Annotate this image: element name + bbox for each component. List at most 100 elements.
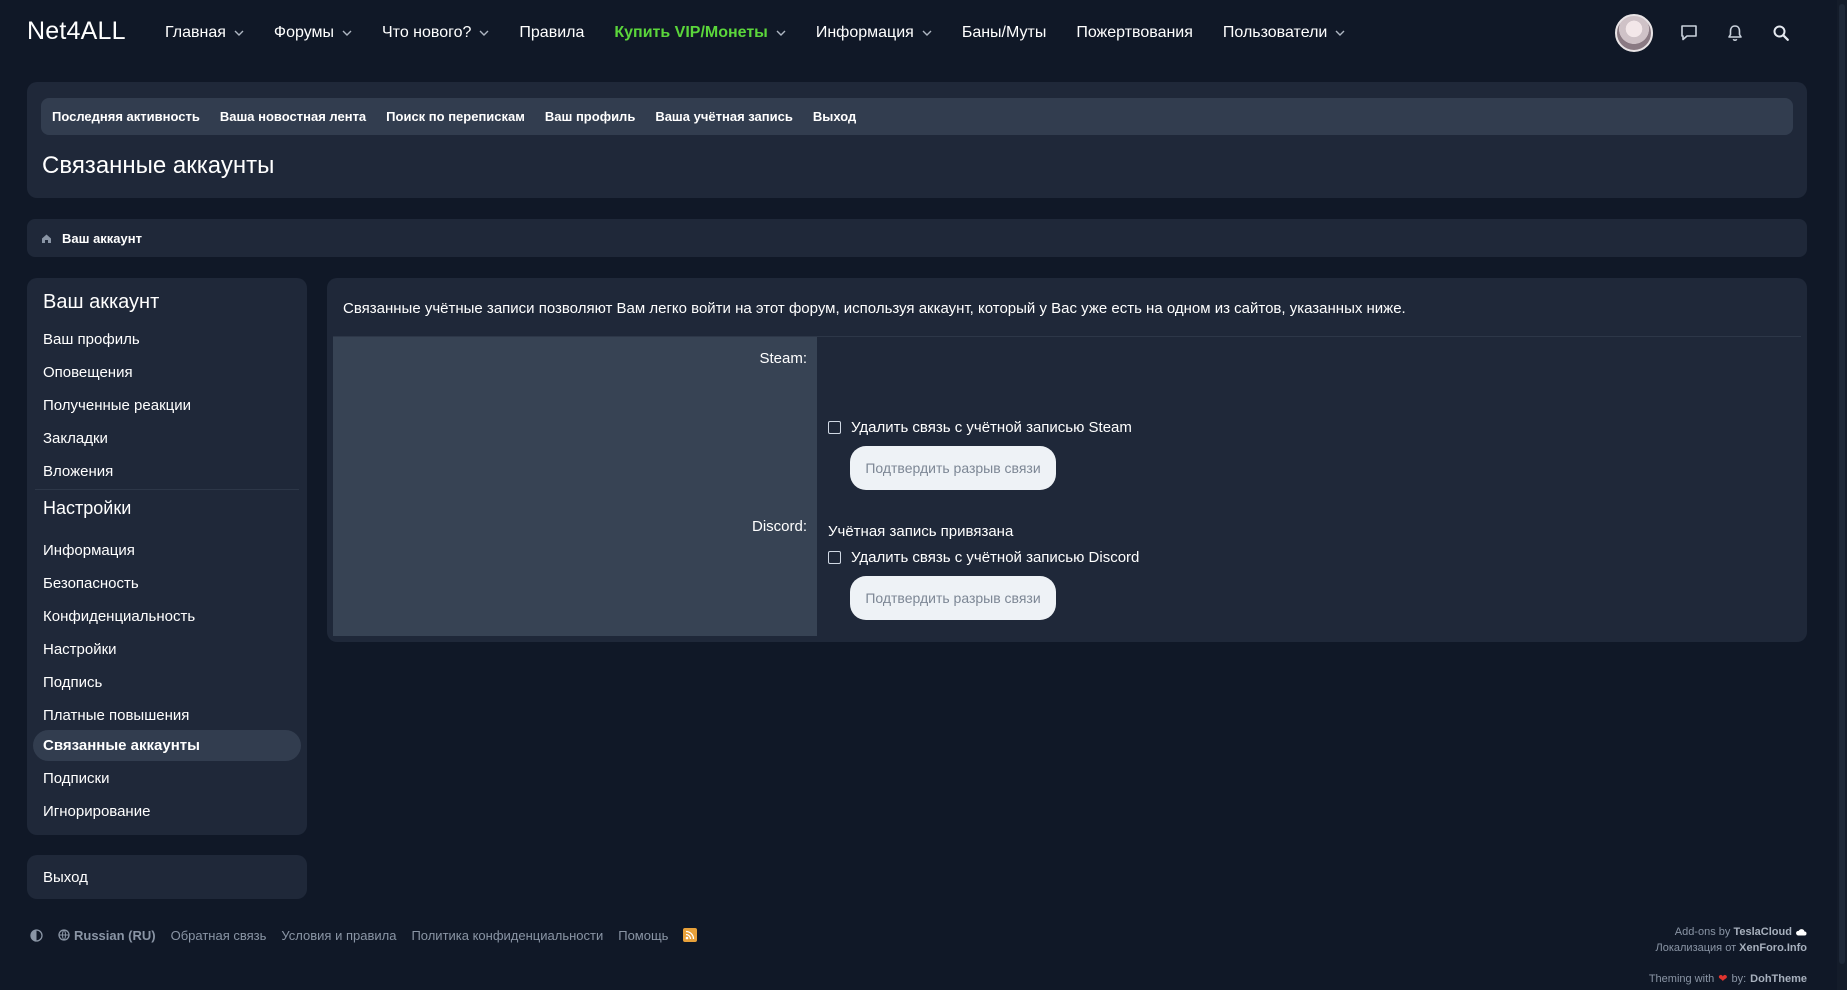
subnav-item-news-feed[interactable]: Ваша новостная лента (220, 109, 366, 124)
bell-icon[interactable] (1725, 23, 1745, 43)
avatar[interactable] (1615, 14, 1653, 52)
subnav-item-logout[interactable]: Выход (813, 109, 856, 124)
discord-unlink-label[interactable]: Удалить связь с учётной записью Discord (851, 549, 1139, 566)
page-header: Последняя активность Ваша новостная лент… (27, 82, 1807, 198)
sidebar-item-label: Платные повышения (43, 707, 190, 724)
sidebar-item-label: Подписки (43, 770, 110, 787)
breadcrumb-item-your-account[interactable]: Ваш аккаунт (62, 231, 142, 246)
subnav-item-your-account[interactable]: Ваша учётная запись (655, 109, 793, 124)
localization-prefix: Локализация от (1655, 942, 1737, 954)
sidebar-item-label: Ваш профиль (43, 331, 140, 348)
sidebar-item-label: Оповещения (43, 364, 133, 381)
footer-link-privacy[interactable]: Политика конфиденциальности (411, 928, 603, 943)
main-nav: Главная Форумы Что нового? Правила Купит… (165, 0, 1375, 66)
chevron-down-icon[interactable] (1335, 30, 1345, 36)
connected-accounts-panel: Связанные учётные записи позволяют Вам л… (327, 278, 1807, 642)
account-subnav: Последняя активность Ваша новостная лент… (41, 98, 1793, 135)
sidebar-item-bookmarks[interactable]: Закладки (33, 423, 301, 454)
chevron-down-icon[interactable] (342, 30, 352, 36)
localization-credit: Локализация от XenForo.Info (1656, 942, 1808, 954)
nav-item-donations[interactable]: Пожертвования (1076, 0, 1193, 66)
sidebar-item-security[interactable]: Безопасность (33, 568, 301, 599)
sidebar-item-connected-accounts[interactable]: Связанные аккаунты (33, 730, 301, 761)
subnav-item-latest-activity[interactable]: Последняя активность (52, 109, 200, 124)
nav-item-label: Пожертвования (1076, 24, 1193, 41)
nav-item-rules[interactable]: Правила (519, 0, 584, 66)
discord-unlink-row[interactable]: Удалить связь с учётной записью Discord (828, 549, 1139, 566)
sidebar-item-label: Подпись (43, 674, 103, 691)
sidebar-item-label: Вложения (43, 463, 114, 480)
nav-item-label: Купить VIP/Монеты (614, 24, 768, 41)
nav-item-forums[interactable]: Форумы (274, 0, 352, 66)
intro-text: Связанные учётные записи позволяют Вам л… (343, 300, 1406, 317)
sidebar-item-information[interactable]: Информация (33, 535, 301, 566)
discord-confirm-unlink-button[interactable]: Подтвердить разрыв связи (850, 576, 1056, 620)
theme-toggle-icon[interactable] (30, 928, 43, 942)
nav-item-users[interactable]: Пользователи (1223, 0, 1345, 66)
nav-item-buy-vip[interactable]: Купить VIP/Монеты (614, 0, 786, 66)
discord-unlink-checkbox[interactable] (828, 551, 841, 564)
cloud-icon (1795, 928, 1807, 936)
nav-item-label: Форумы (273, 24, 335, 41)
sidebar-item-label: Связанные аккаунты (43, 737, 200, 754)
sidebar-logout-button[interactable]: Выход (27, 855, 307, 899)
footer-link-help[interactable]: Помощь (618, 928, 668, 943)
chat-icon[interactable] (1679, 23, 1699, 43)
site-logo[interactable]: Net4ALL (27, 17, 126, 46)
sidebar-item-label: Безопасность (43, 575, 139, 592)
steam-confirm-unlink-button[interactable]: Подтвердить разрыв связи (850, 446, 1056, 490)
top-navigation-bar: Net4ALL Главная Форумы Что нового? Прави… (0, 0, 1847, 66)
sidebar-item-label: Информация (43, 542, 135, 559)
nav-item-home[interactable]: Главная (165, 0, 244, 66)
theming-prefix: Theming with (1648, 972, 1715, 985)
theming-link[interactable]: DohTheme (1750, 973, 1807, 985)
rss-icon[interactable] (683, 928, 698, 942)
chevron-down-icon[interactable] (479, 30, 489, 36)
language-chooser[interactable]: Russian (RU) (58, 928, 156, 943)
home-icon[interactable] (41, 233, 52, 244)
sidebar-item-subscriptions[interactable]: Подписки (33, 763, 301, 794)
sidebar-item-label: Полученные реакции (43, 397, 192, 414)
sidebar-item-preferences[interactable]: Настройки (33, 634, 301, 665)
sidebar-heading-account: Ваш аккаунт (43, 291, 160, 313)
nav-item-bans[interactable]: Баны/Муты (962, 0, 1047, 66)
sidebar-item-privacy[interactable]: Конфиденциальность (33, 601, 301, 632)
sidebar-item-paid-upgrades[interactable]: Платные повышения (33, 700, 301, 731)
chevron-down-icon[interactable] (922, 30, 932, 36)
sidebar-divider (35, 489, 299, 490)
scrollbar-thumb[interactable] (1839, 4, 1845, 964)
page-scrollbar[interactable] (1837, 0, 1847, 990)
theming-credit: Theming with ❤ by: DohTheme (1648, 972, 1807, 986)
nav-item-label: Главная (165, 24, 226, 41)
subnav-item-your-profile[interactable]: Ваш профиль (545, 109, 635, 124)
breadcrumb: Ваш аккаунт (27, 219, 1807, 257)
sidebar-item-label: Закладки (43, 430, 108, 447)
steam-unlink-checkbox[interactable] (828, 421, 841, 434)
nav-item-label: Что нового? (382, 24, 472, 41)
nav-item-information[interactable]: Информация (816, 0, 932, 66)
sidebar-item-reactions[interactable]: Полученные реакции (33, 390, 301, 421)
sidebar-item-ignoring[interactable]: Игнорирование (33, 796, 301, 827)
sidebar-item-attachments[interactable]: Вложения (33, 456, 301, 487)
nav-item-whats-new[interactable]: Что нового? (382, 0, 489, 66)
subnav-item-search-conversations[interactable]: Поиск по перепискам (386, 109, 525, 124)
theming-by: by: (1731, 972, 1747, 985)
sidebar-item-label: Конфиденциальность (43, 608, 196, 625)
sidebar-item-your-profile[interactable]: Ваш профиль (33, 324, 301, 355)
chevron-down-icon[interactable] (776, 30, 786, 36)
top-right-icons (1615, 14, 1791, 52)
language-label: Russian (RU) (74, 927, 156, 943)
sidebar-item-label: Настройки (43, 641, 117, 658)
discord-label: Discord: (751, 518, 807, 535)
footer-link-contact[interactable]: Обратная связь (171, 928, 267, 943)
chevron-down-icon[interactable] (234, 30, 244, 36)
steam-unlink-label[interactable]: Удалить связь с учётной записью Steam (851, 419, 1132, 436)
sidebar-item-alerts[interactable]: Оповещения (33, 357, 301, 388)
logout-label: Выход (43, 868, 88, 886)
search-icon[interactable] (1771, 23, 1791, 43)
addons-link[interactable]: TeslaCloud (1733, 926, 1791, 938)
footer-link-terms[interactable]: Условия и правила (281, 928, 396, 943)
steam-unlink-row[interactable]: Удалить связь с учётной записью Steam (828, 419, 1132, 436)
localization-link[interactable]: XenForo.Info (1739, 942, 1807, 954)
sidebar-item-signature[interactable]: Подпись (33, 667, 301, 698)
